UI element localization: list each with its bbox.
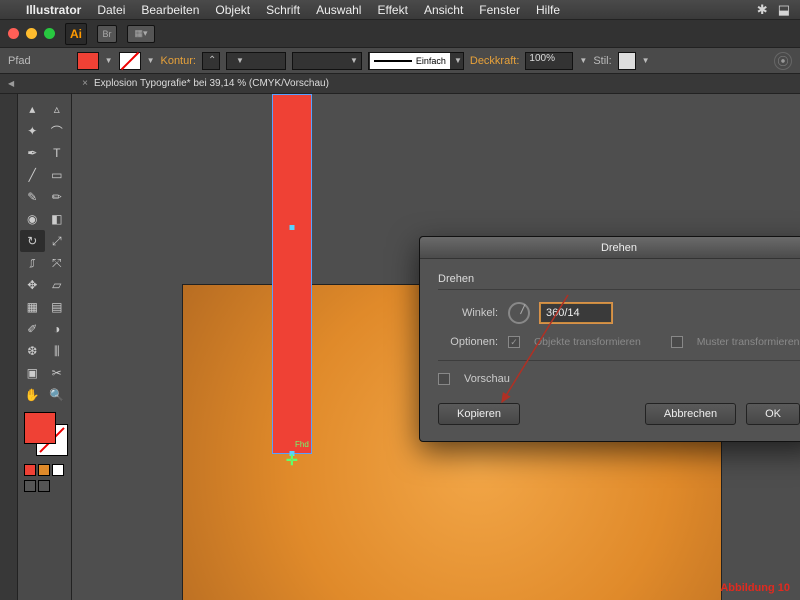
dropbox-icon[interactable]: ⬓ [778,2,790,18]
preview-checkbox[interactable] [438,373,450,385]
selected-path[interactable] [272,94,312,454]
transform-patterns-checkbox[interactable] [671,336,683,348]
pen-tool[interactable]: ✒ [20,142,45,164]
scale-tool[interactable]: ⤢ [45,230,70,252]
screen-mode-full[interactable] [38,480,50,492]
app-icon: Ai [65,23,87,45]
anchor-handle[interactable] [290,225,295,230]
dialog-title: Drehen [420,237,800,259]
artboard-tool[interactable]: ▣ [20,362,45,384]
stroke-weight-stepper[interactable]: ⌃ [202,52,220,70]
menu-type[interactable]: Schrift [266,3,300,17]
graphic-style-swatch[interactable] [618,52,636,70]
transform-objects-label: Objekte transformieren [534,336,641,348]
figure-caption: Abbildung 10 [720,582,790,594]
panel-collapse-icon[interactable]: ◀ [8,79,14,88]
mesh-tool[interactable]: ▦ [20,296,45,318]
width-tool[interactable]: ⎎ [20,252,45,274]
window-controls [8,28,55,39]
style-label: Stil: [593,55,611,67]
bridge-icon[interactable]: Br [97,25,117,43]
toolbox: ▴▵ ✦⌒ ✒T ╱▭ ✎✏ ◉◧ ↻⤢ ⎎⤧ ✥▱ ▦▤ ✐◑ ❆⫼ ▣✂ ✋… [18,94,72,600]
zoom-window-button[interactable] [44,28,55,39]
angle-input[interactable] [540,303,612,323]
transform-patterns-label: Muster transformieren [697,336,800,348]
paintbrush-tool[interactable]: ✎ [20,186,45,208]
close-window-button[interactable] [8,28,19,39]
menu-effect[interactable]: Effekt [377,3,407,17]
control-bar: Pfad ▼ ▼ Kontur: ⌃ ▼ ▼ Einfach ▼ Deckkra… [0,48,800,74]
pencil-tool[interactable]: ✏ [45,186,70,208]
menu-help[interactable]: Hilfe [536,3,560,17]
opacity-label: Deckkraft: [470,55,520,67]
arrange-documents-icon[interactable]: ▦▾ [127,25,155,43]
minimize-window-button[interactable] [26,28,37,39]
variable-width-dropdown[interactable]: ▼ [292,52,362,70]
type-tool[interactable]: T [45,142,70,164]
shape-builder-tool[interactable]: ✥ [20,274,45,296]
evernote-icon[interactable]: ✱ [757,2,768,18]
menu-app[interactable]: Illustrator [26,3,81,17]
hand-tool[interactable]: ✋ [20,384,45,406]
gradient-tool[interactable]: ▤ [45,296,70,318]
mac-menubar: Illustrator Datei Bearbeiten Objekt Schr… [0,0,800,20]
eyedropper-tool[interactable]: ✐ [20,318,45,340]
menu-select[interactable]: Auswahl [316,3,361,17]
options-label: Optionen: [438,336,498,348]
menu-edit[interactable]: Bearbeiten [141,3,199,17]
menu-object[interactable]: Objekt [215,3,250,17]
stroke-weight-dropdown[interactable]: ▼ [226,52,286,70]
screen-mode-row [20,478,69,494]
fill-swatch[interactable] [77,52,99,70]
lasso-tool[interactable]: ⌒ [45,120,70,142]
angle-dial[interactable] [508,302,530,324]
menu-view[interactable]: Ansicht [424,3,463,17]
smart-guide-label: Fhd [295,440,309,449]
rotation-center-icon[interactable]: ✛ [286,452,298,469]
graph-tool[interactable]: ⫼ [45,340,70,362]
menu-file[interactable]: Datei [97,3,125,17]
blend-tool[interactable]: ◑ [45,318,70,340]
canvas-area[interactable]: ✛ Fhd Drehen Drehen Winkel: Optionen: ✓ … [72,94,800,600]
preview-label: Vorschau [464,373,510,385]
rotate-dialog: Drehen Drehen Winkel: Optionen: ✓ Objekt… [419,236,800,442]
free-transform-tool[interactable]: ⤧ [45,252,70,274]
screen-mode-normal[interactable] [24,480,36,492]
close-tab-icon[interactable]: × [82,78,88,89]
menu-window[interactable]: Fenster [479,3,520,17]
perspective-tool[interactable]: ▱ [45,274,70,296]
angle-label: Winkel: [438,307,498,319]
panel-menu-icon[interactable]: ⦿ [774,52,792,70]
slice-tool[interactable]: ✂ [45,362,70,384]
opacity-input[interactable]: 100% [525,52,573,70]
left-rail [0,94,18,600]
document-tab-row: ◀ × Explosion Typografie* bei 39,14 % (C… [0,74,800,94]
line-tool[interactable]: ╱ [20,164,45,186]
selection-tool[interactable]: ▴ [20,98,45,120]
stroke-label: Kontur: [160,55,195,67]
selection-type-label: Pfad [8,55,31,67]
stroke-swatch[interactable] [119,52,141,70]
zoom-tool[interactable]: 🔍 [45,384,70,406]
blob-brush-tool[interactable]: ◉ [20,208,45,230]
color-mode-row [20,462,69,478]
transform-objects-checkbox[interactable]: ✓ [508,336,520,348]
color-mode-fill[interactable] [24,464,36,476]
magic-wand-tool[interactable]: ✦ [20,120,45,142]
document-tab[interactable]: Explosion Typografie* bei 39,14 % (CMYK/… [94,78,329,89]
rectangle-tool[interactable]: ▭ [45,164,70,186]
cancel-button[interactable]: Abbrechen [645,403,736,425]
ok-button[interactable]: OK [746,403,800,425]
fill-stroke-indicator[interactable] [24,412,68,456]
color-mode-none[interactable] [52,464,64,476]
brush-stroke-dropdown[interactable]: Einfach ▼ [368,52,464,70]
dialog-section-label: Drehen [438,273,800,285]
color-mode-gradient[interactable] [38,464,50,476]
window-title-row: Ai Br ▦▾ [0,20,800,48]
rotate-tool[interactable]: ↻ [20,230,45,252]
eraser-tool[interactable]: ◧ [45,208,70,230]
direct-selection-tool[interactable]: ▵ [45,98,70,120]
symbol-sprayer-tool[interactable]: ❆ [20,340,45,362]
copy-button[interactable]: Kopieren [438,403,520,425]
